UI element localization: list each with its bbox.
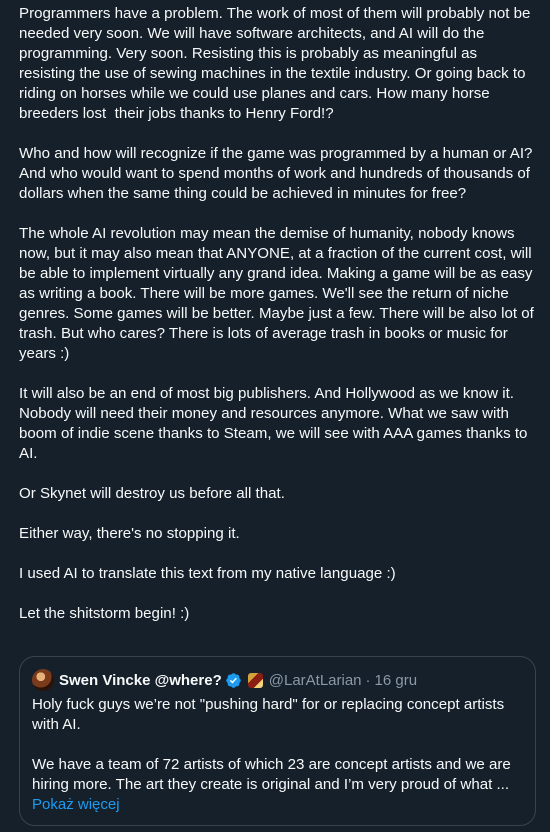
quoted-author-handle[interactable]: @LarAtLarian: [269, 672, 362, 689]
post-paragraph: Or Skynet will destroy us before all tha…: [19, 485, 285, 502]
quoted-post-header: Swen Vincke @where? @LarAtLarian · 16 gr…: [32, 669, 523, 691]
quoted-paragraph: Holy fuck guys we’re not "pushing hard" …: [32, 696, 509, 733]
quoted-post-date[interactable]: 16 gru: [375, 672, 418, 689]
post-paragraph: I used AI to translate this text from my…: [19, 565, 396, 582]
quoted-post-card[interactable]: Swen Vincke @where? @LarAtLarian · 16 gr…: [19, 656, 536, 826]
quoted-author-name[interactable]: Swen Vincke @where?: [59, 672, 222, 689]
avatar[interactable]: [32, 669, 54, 691]
post-text: Programmers have a problem. The work of …: [19, 0, 534, 624]
post-paragraph: Either way, there's no stopping it.: [19, 525, 240, 542]
post-paragraph: Who and how will recognize if the game w…: [19, 145, 536, 202]
post-paragraph: Programmers have a problem. The work of …: [19, 5, 535, 122]
quoted-paragraph: We have a team of 72 artists of which 23…: [32, 756, 515, 793]
post-paragraph: Let the shitstorm begin! :): [19, 605, 190, 622]
affiliate-badge-icon[interactable]: [247, 672, 263, 688]
post: Programmers have a problem. The work of …: [0, 0, 550, 832]
separator-dot: ·: [365, 671, 371, 689]
post-paragraph: The whole AI revolution may mean the dem…: [19, 225, 539, 362]
verified-badge-icon: [225, 672, 241, 688]
post-paragraph: It will also be an end of most big publi…: [19, 385, 531, 462]
show-more-link[interactable]: Pokaż więcej: [32, 795, 120, 815]
quoted-post-text: Holy fuck guys we’re not "pushing hard" …: [32, 695, 523, 795]
